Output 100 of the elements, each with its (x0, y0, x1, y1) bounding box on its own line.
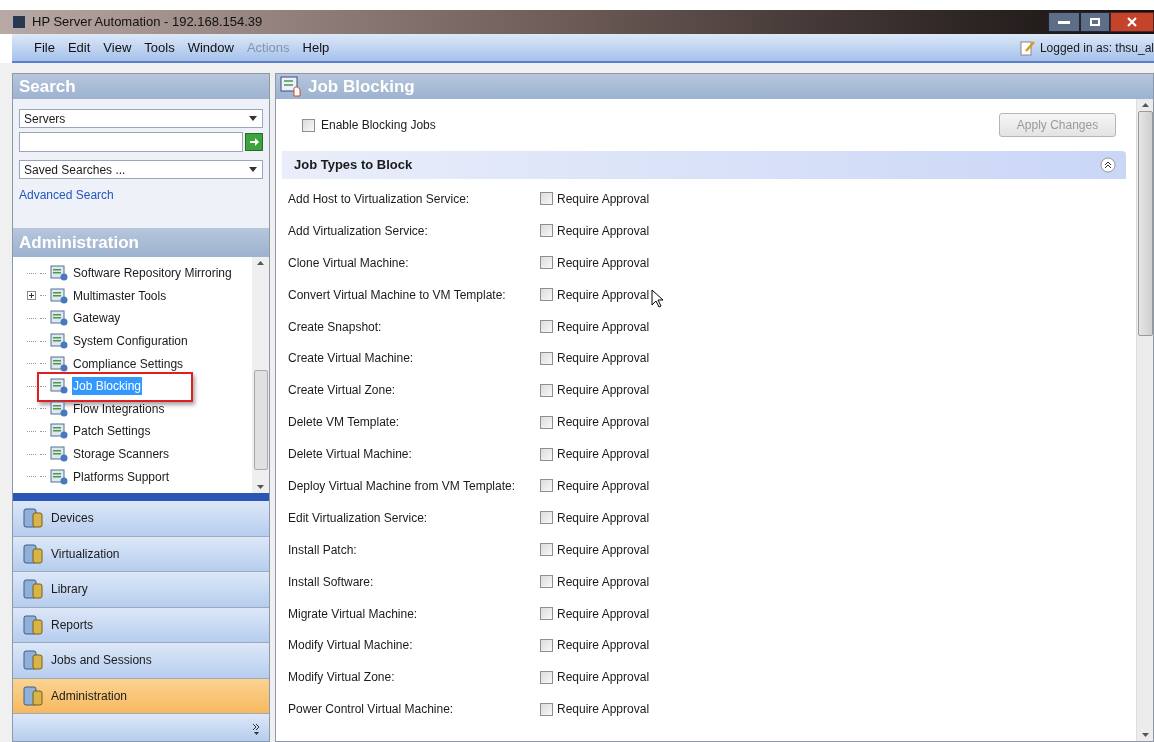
checkbox-label: Require Approval (557, 573, 650, 591)
minimize-button[interactable] (1048, 12, 1080, 32)
panel-title: Administration (19, 231, 139, 254)
checkbox-label: Require Approval (557, 414, 650, 432)
nav-button[interactable]: Jobs and Sessions (13, 643, 269, 679)
job-type-label: Create Virtual Machine: (288, 350, 415, 368)
nav-button[interactable]: Administration (13, 678, 269, 714)
menu-item[interactable]: Tools (144, 37, 175, 58)
job-type-label: Clone Virtual Machine: (288, 254, 410, 272)
chevron-double-right-icon[interactable] (252, 723, 261, 735)
job-type-label: Add Virtualization Service: (288, 222, 429, 240)
checkbox[interactable] (302, 118, 315, 132)
checkbox-label: Enable Blocking Jobs (321, 117, 436, 134)
job-type-label: Modify Virtual Zone: (288, 669, 396, 687)
nav-button[interactable]: Virtualization (13, 536, 269, 572)
job-type-label: Deploy Virtual Machine from VM Template: (288, 477, 516, 495)
job-type-label: Edit Virtualization Service: (288, 509, 429, 527)
checkbox[interactable] (540, 543, 553, 557)
job-type-label: Convert Virtual Machine to VM Template: (288, 286, 507, 304)
tree-item[interactable]: Compliance Settings (72, 354, 185, 373)
tree-item[interactable]: Platforms Support (72, 467, 171, 486)
checkbox-label: Require Approval (557, 222, 650, 240)
settings-page-icon (50, 310, 68, 327)
checkbox-label: Require Approval (557, 605, 650, 623)
scope-dropdown[interactable]: Servers (19, 109, 263, 128)
checkbox[interactable] (540, 351, 553, 365)
mouse-cursor-icon (651, 289, 665, 309)
scroll-thumb[interactable] (1137, 111, 1153, 336)
job-type-label: Install Software: (288, 573, 375, 591)
job-type-label: Install Patch: (288, 541, 358, 559)
menu-item[interactable]: Help (302, 37, 330, 58)
checkbox-label: Require Approval (557, 446, 650, 464)
checklist-hand-icon (280, 75, 304, 98)
checkbox-label: Require Approval (557, 350, 650, 368)
panel-title: Search (19, 75, 76, 98)
checkbox[interactable] (540, 511, 553, 525)
job-type-label: Create Snapshot: (288, 318, 383, 336)
scroll-up-icon[interactable] (1141, 103, 1149, 107)
checkbox[interactable] (540, 670, 553, 684)
scroll-down-icon[interactable] (1141, 733, 1149, 737)
checkbox[interactable] (540, 415, 553, 429)
menu-item[interactable]: File (34, 37, 55, 58)
close-button[interactable] (1110, 12, 1154, 32)
nav-button[interactable]: Devices (13, 501, 269, 537)
nav-button[interactable]: Library (13, 572, 269, 608)
job-type-label: Power Control Virtual Machine: (288, 701, 455, 719)
tree-item[interactable]: Software Repository Mirroring (72, 264, 233, 283)
checkbox[interactable] (540, 224, 553, 238)
nav-module-icon (21, 649, 45, 672)
menu-item[interactable]: View (103, 37, 132, 58)
tree-item[interactable]: Flow Integrations (72, 399, 166, 418)
checkbox[interactable] (540, 256, 553, 270)
settings-page-icon (50, 333, 68, 350)
arrow-right-icon (249, 137, 259, 147)
saved-searches-dropdown[interactable]: Saved Searches ... (19, 160, 263, 179)
scroll-thumb[interactable] (253, 370, 268, 470)
checkbox[interactable] (540, 288, 553, 302)
advanced-search-link[interactable]: Advanced Search (19, 186, 263, 204)
nav-button[interactable]: Reports (13, 607, 269, 643)
close-icon (1127, 17, 1137, 27)
nav-module-icon (21, 578, 45, 601)
checkbox[interactable] (540, 383, 553, 397)
nav-module-icon (21, 542, 45, 565)
tree-item[interactable]: Gateway (72, 309, 122, 328)
checkbox[interactable] (540, 479, 553, 493)
go-button[interactable] (245, 133, 263, 151)
menu-item[interactable]: Edit (67, 37, 91, 58)
menu-item[interactable]: Window (187, 37, 234, 58)
scroll-up-icon[interactable] (257, 261, 264, 265)
nav-module-icon (21, 507, 45, 530)
expand-toggle[interactable] (27, 291, 36, 301)
checkbox-label: Require Approval (557, 318, 650, 336)
settings-page-icon (50, 423, 68, 440)
checkbox[interactable] (540, 575, 553, 589)
logged-in-user: Logged in as: thsu_al (1039, 39, 1154, 57)
checkbox-label: Require Approval (557, 509, 650, 527)
dropdown-arrow-icon (249, 116, 257, 121)
nav-module-icon (21, 684, 45, 707)
settings-page-icon (50, 265, 68, 282)
checkbox[interactable] (540, 607, 553, 620)
checkbox[interactable] (540, 447, 553, 461)
checkbox[interactable] (540, 638, 553, 652)
settings-page-icon (50, 287, 68, 304)
checkbox[interactable] (540, 192, 553, 206)
panel-title: Job Blocking (308, 75, 415, 98)
checkbox[interactable] (540, 320, 553, 333)
settings-page-icon (50, 446, 68, 463)
window-title: HP Server Automation - 192.168.154.39 (32, 13, 263, 32)
checkbox[interactable] (540, 702, 553, 716)
collapse-icon[interactable] (1100, 157, 1116, 173)
tree-item[interactable]: Multimaster Tools (72, 286, 168, 305)
search-field[interactable] (19, 132, 243, 152)
tree-item[interactable]: Storage Scanners (72, 445, 171, 464)
tree-item[interactable]: Patch Settings (72, 422, 152, 441)
section-title: Job Types to Block (294, 156, 413, 175)
scroll-down-icon[interactable] (257, 485, 264, 489)
checkbox-label: Require Approval (557, 190, 650, 208)
checkbox-label: Require Approval (557, 637, 650, 655)
tree-item[interactable]: System Configuration (72, 332, 189, 351)
maximize-button[interactable] (1080, 12, 1110, 32)
